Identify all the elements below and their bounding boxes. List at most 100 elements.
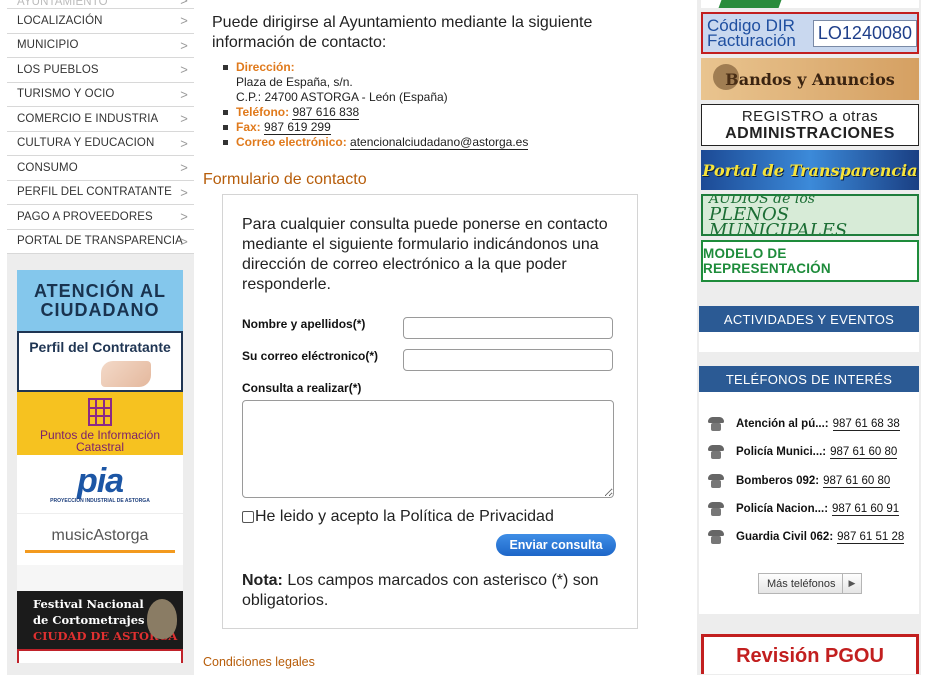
banner-label: Perfil del Contratante: [29, 339, 171, 355]
email-label: Correo electrónico:: [236, 135, 347, 149]
name-field[interactable]: [403, 317, 613, 339]
chevron-right-icon: >: [180, 160, 188, 176]
banner-pia[interactable]: pia PROYECCIÓN INDUSTRIAL DE ASTORGA: [17, 455, 183, 513]
menu-item-label: CULTURA Y EDUCACION: [17, 137, 155, 150]
chevron-right-icon: >: [180, 184, 188, 200]
chevron-right-icon: >: [180, 13, 188, 29]
banner-label: Portal de Transparencia: [702, 160, 918, 180]
banner-registro[interactable]: REGISTRO a otras ADMINISTRACIONES: [701, 104, 919, 146]
phone-row: Bomberos 092: 987 61 60 80: [708, 471, 891, 491]
banner-label: MODELO DE REPRESENTACIÓN: [703, 246, 831, 276]
chevron-right-icon: >: [180, 209, 188, 225]
note-text: Los campos marcados con asterisco (*) so…: [242, 572, 599, 609]
phone-link[interactable]: 987 616 838: [292, 105, 360, 120]
menu-item-label: COMERCIO E INDUSTRIA: [17, 112, 159, 125]
banner-codigo-dir[interactable]: Código DIR Facturación LO1240080: [701, 12, 919, 54]
banner-revision-pgou[interactable]: Revisión PGOU: [701, 634, 919, 674]
chevron-right-icon: >: [180, 135, 188, 151]
banner-perfil-contratante[interactable]: Perfil del Contratante: [17, 331, 183, 392]
chevron-right-icon: >: [180, 0, 188, 8]
menu-item-cultura[interactable]: CULTURA Y EDUCACION >: [7, 132, 194, 156]
banner-label: Código DIR Facturación: [707, 16, 796, 50]
phone-row: Guardia Civil 062: 987 61 51 28: [708, 527, 905, 547]
phone-number[interactable]: 987 61 51 28: [837, 531, 905, 544]
banner-top-partial[interactable]: [701, 0, 919, 8]
sponsor-logos-strip: [17, 565, 183, 591]
fax-link[interactable]: 987 619 299: [264, 120, 331, 135]
telephone-icon: [708, 502, 724, 516]
menu-item-comercio[interactable]: COMERCIO E INDUSTRIA >: [7, 107, 194, 132]
phone-number[interactable]: 987 61 60 80: [823, 475, 891, 488]
mask-icon: [147, 599, 177, 639]
menu-item-pago-proveedores[interactable]: PAGO A PROVEEDORES >: [7, 205, 194, 230]
menu-item-perfil-contratante[interactable]: PERFIL DEL CONTRATANTE >: [7, 181, 194, 205]
address-line: C.P.: 24700 ASTORGA - León (España): [236, 90, 448, 104]
contact-form: Para cualquier consulta puede ponerse en…: [222, 194, 638, 629]
email-field-label: Su correo eléctronico(*): [242, 349, 379, 363]
menu-item-label: TURISMO Y OCIO: [17, 88, 115, 101]
chevron-right-icon: >: [180, 62, 188, 78]
contact-info-list: Dirección: Plaza de España, s/n. C.P.: 2…: [222, 60, 529, 150]
banner-label: PLENOS MUNICIPALES: [709, 204, 848, 236]
menu-item-label: LOS PUEBLOS: [17, 63, 99, 76]
hand-pen-icon: [101, 361, 151, 387]
banner-portal-transparencia[interactable]: Portal de Transparencia: [701, 150, 919, 190]
name-label: Nombre y apellidos(*): [242, 317, 366, 331]
banner-catastro[interactable]: Puntos de Información Catastral: [17, 392, 183, 455]
banner-bandos-anuncios[interactable]: Bandos y Anuncios: [701, 58, 919, 100]
music-astorga-logo: musicAstorga: [51, 526, 149, 544]
submit-button[interactable]: Enviar consulta: [496, 534, 616, 556]
menu-item-label: CONSUMO: [17, 161, 78, 174]
banner-festival-cortometrajes[interactable]: Festival Nacional de Cortometrajes CIUDA…: [17, 591, 183, 649]
phone-number[interactable]: 987 61 60 80: [830, 446, 898, 459]
banner-label: Festival Nacional: [33, 597, 144, 611]
banner-music-astorga[interactable]: musicAstorga: [17, 513, 183, 565]
menu-item-localizacion[interactable]: LOCALIZACIÓN >: [7, 9, 194, 34]
menu-item-ayuntamiento[interactable]: AYUNTAMIENTO >: [7, 0, 194, 9]
query-label: Consulta a realizar(*): [242, 381, 362, 395]
menu-item-label: LOCALIZACIÓN: [17, 14, 103, 27]
banner-label: PROYECCIÓN INDUSTRIAL DE ASTORGA: [50, 498, 150, 504]
phone-name: Policía Munici...:: [736, 446, 827, 458]
phone-name: Policía Nacion...:: [736, 503, 829, 515]
privacy-checkbox-row[interactable]: He leido y acepto la Política de Privaci…: [242, 508, 554, 526]
chevron-right-icon: >: [180, 86, 188, 102]
actividades-header[interactable]: ACTIVIDADES Y EVENTOS: [699, 306, 919, 332]
chevron-right-icon: >: [180, 37, 188, 53]
banner-partial[interactable]: [17, 649, 183, 663]
banner-modelo-representacion[interactable]: MODELO DE REPRESENTACIÓN: [701, 240, 919, 282]
telephone-icon: [708, 474, 724, 488]
dir-code: LO1240080: [812, 19, 917, 47]
privacy-label[interactable]: He leido y acepto la Política de Privaci…: [255, 508, 554, 526]
banner-atencion-ciudadano[interactable]: ATENCIÓN AL CIUDADANO: [17, 270, 183, 331]
note-bold: Nota:: [242, 572, 283, 589]
menu-item-los-pueblos[interactable]: LOS PUEBLOS >: [7, 58, 194, 83]
building-icon: [88, 398, 112, 426]
banner-label: Revisión PGOU: [736, 645, 884, 667]
pia-logo: pia: [76, 462, 124, 500]
email-link[interactable]: atencionalciudadano@astorga.es: [350, 135, 529, 150]
chevron-right-icon: >: [180, 233, 188, 249]
email-field[interactable]: [403, 349, 613, 371]
banner-label: ATENCIÓN AL CIUDADANO: [34, 280, 166, 320]
address-label: Dirección:: [236, 60, 295, 74]
banner-audios-plenos[interactable]: AUDIOS de los PLENOS MUNICIPALES: [701, 194, 919, 236]
menu-item-municipio[interactable]: MUNICIPIO >: [7, 34, 194, 58]
phone-name: Atención al pú...:: [736, 418, 829, 430]
menu-item-portal-transparencia[interactable]: PORTAL DE TRANSPARENCIA >: [7, 230, 194, 254]
phone-label: Teléfono:: [236, 105, 290, 119]
left-banners: ATENCIÓN AL CIUDADANO Perfil del Contrat…: [17, 270, 183, 663]
menu-item-label: PORTAL DE TRANSPARENCIA: [17, 235, 183, 248]
menu-item-consumo[interactable]: CONSUMO >: [7, 156, 194, 181]
privacy-checkbox[interactable]: [242, 511, 254, 523]
more-phones-button[interactable]: Más teléfonos ▶: [758, 573, 862, 594]
legal-link[interactable]: Condiciones legales: [203, 655, 315, 669]
phone-name: Bomberos 092:: [736, 475, 820, 487]
phone-number[interactable]: 987 61 68 38: [832, 418, 900, 431]
left-menu: AYUNTAMIENTO > LOCALIZACIÓN > MUNICIPIO > L…: [7, 0, 194, 254]
query-textarea[interactable]: [242, 400, 614, 498]
list-item: Teléfono: 987 616 838: [222, 105, 528, 120]
banner-label: Puntos de Información Catastral: [39, 428, 161, 454]
phone-number[interactable]: 987 61 60 91: [832, 503, 900, 516]
menu-item-turismo[interactable]: TURISMO Y OCIO >: [7, 83, 194, 107]
